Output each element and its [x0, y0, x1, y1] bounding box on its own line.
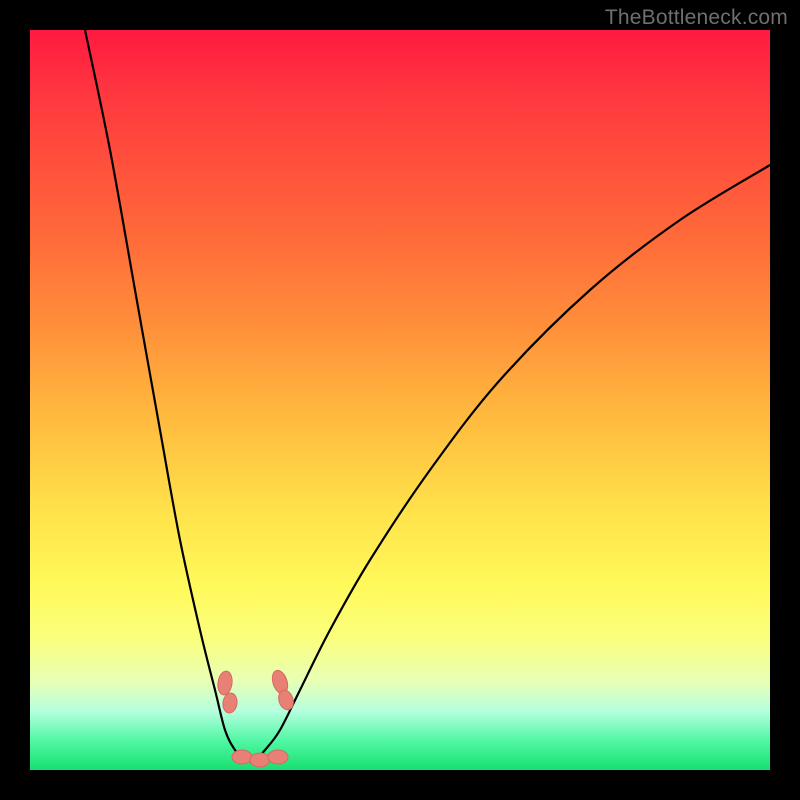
marker-left-top: [216, 670, 233, 696]
gradient-plot-area: [30, 30, 770, 770]
marker-layer: [216, 668, 295, 767]
bottleneck-curve: [85, 30, 770, 761]
curve-layer: [30, 30, 770, 770]
watermark-text: TheBottleneck.com: [605, 6, 788, 30]
outer-frame: TheBottleneck.com: [0, 0, 800, 800]
marker-bottom-1: [232, 750, 252, 764]
marker-bottom-3: [268, 750, 288, 764]
marker-bottom-2: [250, 753, 270, 767]
